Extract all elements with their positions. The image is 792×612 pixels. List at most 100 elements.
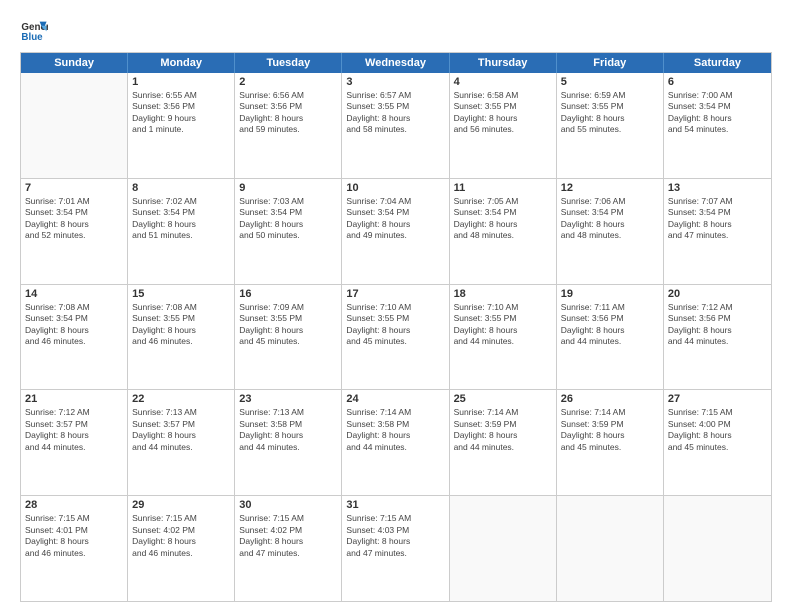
calendar-cell: 22Sunrise: 7:13 AMSunset: 3:57 PMDayligh… <box>128 390 235 495</box>
header-day-friday: Friday <box>557 53 664 73</box>
day-number: 12 <box>561 182 659 194</box>
calendar-cell: 13 Sunrise: 7:07 AMSunset: 3:54 PMDayligh… <box>664 179 771 284</box>
day-info: Sunrise: 7:14 AMSunset: 3:58 PMDaylight:… <box>346 407 444 453</box>
calendar-week-3: 14 Sunrise: 7:08 AMSunset: 3:54 PMDayligh… <box>21 284 771 390</box>
day-number: 9 <box>239 182 337 194</box>
calendar-cell: 2 Sunrise: 6:56 AMSunset: 3:56 PMDaylight… <box>235 73 342 178</box>
day-info: Sunrise: 7:05 AMSunset: 3:54 PMDaylight:… <box>454 196 552 242</box>
day-info: Sunrise: 7:14 AMSunset: 3:59 PMDaylight:… <box>561 407 659 453</box>
logo-icon: General Blue <box>20 16 48 44</box>
day-info: Sunrise: 6:59 AMSunset: 3:55 PMDaylight:… <box>561 90 659 136</box>
svg-text:Blue: Blue <box>21 32 43 43</box>
calendar-cell: 7 Sunrise: 7:01 AMSunset: 3:54 PMDaylight… <box>21 179 128 284</box>
calendar-cell <box>450 496 557 601</box>
day-info: Sunrise: 6:57 AMSunset: 3:55 PMDaylight:… <box>346 90 444 136</box>
calendar-cell <box>557 496 664 601</box>
day-info: Sunrise: 7:02 AMSunset: 3:54 PMDaylight:… <box>132 196 230 242</box>
day-number: 28 <box>25 499 123 511</box>
calendar-cell: 27 Sunrise: 7:15 AMSunset: 4:00 PMDayligh… <box>664 390 771 495</box>
day-info: Sunrise: 7:14 AMSunset: 3:59 PMDaylight:… <box>454 407 552 453</box>
day-number: 21 <box>25 393 123 405</box>
day-info: Sunrise: 7:09 AMSunset: 3:55 PMDaylight:… <box>239 302 337 348</box>
calendar-cell: 18 Sunrise: 7:10 AMSunset: 3:55 PMDayligh… <box>450 285 557 390</box>
day-number: 7 <box>25 182 123 194</box>
calendar-week-1: 1 Sunrise: 6:55 AMSunset: 3:56 PMDaylight… <box>21 73 771 178</box>
day-number: 22 <box>132 393 230 405</box>
day-info: Sunrise: 7:13 AMSunset: 3:58 PMDaylight:… <box>239 407 337 453</box>
calendar-cell: 23 Sunrise: 7:13 AMSunset: 3:58 PMDayligh… <box>235 390 342 495</box>
day-info: Sunrise: 7:04 AMSunset: 3:54 PMDaylight:… <box>346 196 444 242</box>
day-info: Sunrise: 7:08 AMSunset: 3:54 PMDaylight:… <box>25 302 123 348</box>
day-info: Sunrise: 7:01 AMSunset: 3:54 PMDaylight:… <box>25 196 123 242</box>
header-day-monday: Monday <box>128 53 235 73</box>
day-number: 18 <box>454 288 552 300</box>
calendar-cell: 10 Sunrise: 7:04 AMSunset: 3:54 PMDayligh… <box>342 179 449 284</box>
day-info: Sunrise: 7:15 AMSunset: 4:03 PMDaylight:… <box>346 513 444 559</box>
page-container: General Blue SundayMondayTuesdayWednesda… <box>0 0 792 612</box>
day-info: Sunrise: 7:15 AMSunset: 4:00 PMDaylight:… <box>668 407 767 453</box>
calendar-cell: 4 Sunrise: 6:58 AMSunset: 3:55 PMDaylight… <box>450 73 557 178</box>
calendar-cell: 11 Sunrise: 7:05 AMSunset: 3:54 PMDayligh… <box>450 179 557 284</box>
day-info: Sunrise: 7:00 AMSunset: 3:54 PMDaylight:… <box>668 90 767 136</box>
calendar-cell: 20Sunrise: 7:12 AMSunset: 3:56 PMDayligh… <box>664 285 771 390</box>
calendar-cell <box>664 496 771 601</box>
day-number: 30 <box>239 499 337 511</box>
day-number: 15 <box>132 288 230 300</box>
header-day-sunday: Sunday <box>21 53 128 73</box>
header-day-wednesday: Wednesday <box>342 53 449 73</box>
day-info: Sunrise: 7:08 AMSunset: 3:55 PMDaylight:… <box>132 302 230 348</box>
calendar-cell: 24 Sunrise: 7:14 AMSunset: 3:58 PMDayligh… <box>342 390 449 495</box>
calendar-week-5: 28 Sunrise: 7:15 AMSunset: 4:01 PMDayligh… <box>21 495 771 601</box>
day-number: 1 <box>132 76 230 88</box>
calendar-body: 1 Sunrise: 6:55 AMSunset: 3:56 PMDaylight… <box>21 73 771 601</box>
day-info: Sunrise: 7:11 AMSunset: 3:56 PMDaylight:… <box>561 302 659 348</box>
day-info: Sunrise: 7:12 AMSunset: 3:56 PMDaylight:… <box>668 302 767 348</box>
day-number: 23 <box>239 393 337 405</box>
header-day-thursday: Thursday <box>450 53 557 73</box>
day-number: 27 <box>668 393 767 405</box>
day-info: Sunrise: 6:58 AMSunset: 3:55 PMDaylight:… <box>454 90 552 136</box>
day-number: 31 <box>346 499 444 511</box>
day-info: Sunrise: 7:07 AMSunset: 3:54 PMDaylight:… <box>668 196 767 242</box>
calendar-week-2: 7 Sunrise: 7:01 AMSunset: 3:54 PMDaylight… <box>21 178 771 284</box>
page-header: General Blue <box>20 16 772 44</box>
calendar-week-4: 21 Sunrise: 7:12 AMSunset: 3:57 PMDayligh… <box>21 389 771 495</box>
calendar-cell: 31 Sunrise: 7:15 AMSunset: 4:03 PMDayligh… <box>342 496 449 601</box>
day-number: 24 <box>346 393 444 405</box>
header-day-saturday: Saturday <box>664 53 771 73</box>
calendar-cell: 17 Sunrise: 7:10 AMSunset: 3:55 PMDayligh… <box>342 285 449 390</box>
calendar-cell: 9 Sunrise: 7:03 AMSunset: 3:54 PMDaylight… <box>235 179 342 284</box>
calendar-cell: 30Sunrise: 7:15 AMSunset: 4:02 PMDayligh… <box>235 496 342 601</box>
day-info: Sunrise: 7:10 AMSunset: 3:55 PMDaylight:… <box>346 302 444 348</box>
day-number: 19 <box>561 288 659 300</box>
day-info: Sunrise: 7:12 AMSunset: 3:57 PMDaylight:… <box>25 407 123 453</box>
day-number: 14 <box>25 288 123 300</box>
day-info: Sunrise: 6:55 AMSunset: 3:56 PMDaylight:… <box>132 90 230 136</box>
calendar: SundayMondayTuesdayWednesdayThursdayFrid… <box>20 52 772 602</box>
day-number: 11 <box>454 182 552 194</box>
logo: General Blue <box>20 16 48 44</box>
header-day-tuesday: Tuesday <box>235 53 342 73</box>
calendar-cell: 5Sunrise: 6:59 AMSunset: 3:55 PMDaylight… <box>557 73 664 178</box>
day-number: 29 <box>132 499 230 511</box>
calendar-cell: 21 Sunrise: 7:12 AMSunset: 3:57 PMDayligh… <box>21 390 128 495</box>
day-number: 8 <box>132 182 230 194</box>
day-info: Sunrise: 7:15 AMSunset: 4:01 PMDaylight:… <box>25 513 123 559</box>
calendar-cell: 6 Sunrise: 7:00 AMSunset: 3:54 PMDaylight… <box>664 73 771 178</box>
day-info: Sunrise: 7:10 AMSunset: 3:55 PMDaylight:… <box>454 302 552 348</box>
day-number: 2 <box>239 76 337 88</box>
day-number: 13 <box>668 182 767 194</box>
calendar-cell: 28 Sunrise: 7:15 AMSunset: 4:01 PMDayligh… <box>21 496 128 601</box>
day-number: 17 <box>346 288 444 300</box>
day-number: 10 <box>346 182 444 194</box>
calendar-cell: 3Sunrise: 6:57 AMSunset: 3:55 PMDaylight… <box>342 73 449 178</box>
day-number: 25 <box>454 393 552 405</box>
day-info: Sunrise: 7:15 AMSunset: 4:02 PMDaylight:… <box>132 513 230 559</box>
day-number: 6 <box>668 76 767 88</box>
day-number: 4 <box>454 76 552 88</box>
calendar-cell: 19 Sunrise: 7:11 AMSunset: 3:56 PMDayligh… <box>557 285 664 390</box>
day-info: Sunrise: 7:03 AMSunset: 3:54 PMDaylight:… <box>239 196 337 242</box>
calendar-cell: 1 Sunrise: 6:55 AMSunset: 3:56 PMDaylight… <box>128 73 235 178</box>
calendar-cell: 12Sunrise: 7:06 AMSunset: 3:54 PMDayligh… <box>557 179 664 284</box>
day-info: Sunrise: 6:56 AMSunset: 3:56 PMDaylight:… <box>239 90 337 136</box>
